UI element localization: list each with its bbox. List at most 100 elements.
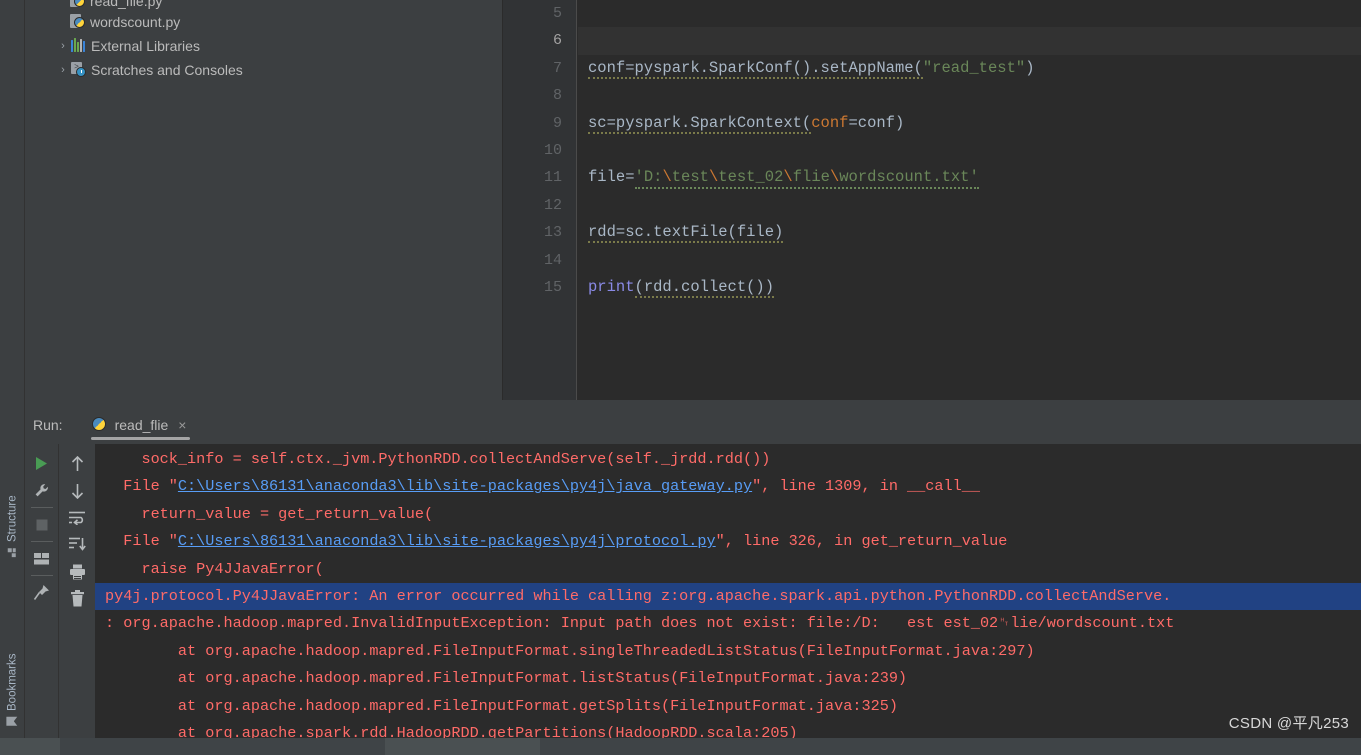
toolbar-separator — [30, 575, 53, 576]
console-line: File "C:\Users\86131\anaconda3\lib\site-… — [95, 528, 1361, 555]
code-token-escape: \ — [829, 168, 840, 187]
line-number: 6 — [503, 27, 576, 55]
console-text: sock_info = self.ctx._jvm.PythonRDD.coll… — [105, 450, 771, 468]
chevron-right-icon[interactable]: › — [55, 40, 71, 52]
code-line: file='D:\test\test_02\flie\wordscount.tx… — [578, 164, 1361, 191]
tree-item-label: wordscount.py — [90, 14, 181, 30]
sidebar-tab-bookmarks[interactable]: Bookmarks — [0, 608, 25, 728]
console-text: at org.apache.hadoop.mapred.FileInputFor… — [105, 641, 1035, 660]
python-file-icon — [70, 0, 90, 9]
scroll-to-end-icon[interactable] — [62, 531, 92, 558]
editor-gutter[interactable]: 5 6 7 8 9 10 11 12 13 14 15 — [503, 0, 577, 406]
console-text: at org.apache.spark.rdd.HadoopRDD.getPar… — [105, 723, 798, 738]
line-number: 7 — [552, 59, 562, 77]
console-text: File " — [105, 532, 178, 551]
libraries-icon — [71, 38, 91, 54]
run-toolbar-right — [59, 444, 95, 738]
code-token: =conf) — [848, 113, 905, 132]
console-line: at org.apache.hadoop.mapred.FileInputFor… — [95, 665, 1361, 692]
code-token: sc=pyspark.SparkContext( — [588, 113, 812, 134]
stop-icon[interactable] — [27, 511, 57, 538]
sidebar-tab-structure-label: Structure — [6, 495, 19, 542]
console-text: at org.apache.hadoop.mapred.FileInputFor… — [105, 669, 908, 688]
code-token-string: "read_test" — [922, 58, 1026, 77]
run-icon[interactable] — [27, 450, 57, 477]
console-line: : org.apache.hadoop.mapred.InvalidInputE… — [95, 610, 1361, 637]
code-token: file= — [588, 168, 635, 187]
console-text: : org.apache.hadoop.mapred.InvalidInputE… — [105, 614, 1175, 633]
console-line-selected: py4j.protocol.Py4JJavaError: An error oc… — [95, 582, 1361, 611]
run-tab-label: read_flie — [114, 417, 169, 433]
run-tool-window: Run: read_flie × sock_info = self.ctx._j… — [25, 406, 1361, 738]
code-token-string: wordscount.txt — [839, 168, 970, 187]
code-token-string: ' — [969, 168, 979, 187]
console-line: sock_info = self.ctx._jvm.PythonRDD.coll… — [95, 446, 1361, 473]
code-token-string: D: — [643, 168, 663, 187]
tree-item-external-libraries[interactable]: › External Libraries — [25, 34, 502, 58]
console-text: return_value = get_return_value( — [105, 504, 434, 523]
tree-item-label: External Libraries — [91, 38, 200, 54]
line-number: 13 — [543, 224, 562, 242]
code-token: ) — [1025, 58, 1035, 77]
line-number: 15 — [543, 278, 562, 296]
code-token-string: test — [671, 168, 709, 187]
console-text: ", line 1309, in __call__ — [752, 477, 980, 496]
arrow-down-icon[interactable] — [62, 477, 92, 504]
code-line-current — [578, 27, 1361, 55]
console-line: at org.apache.hadoop.mapred.FileInputFor… — [95, 693, 1361, 720]
structure-icon — [7, 547, 18, 559]
console-output[interactable]: sock_info = self.ctx._jvm.PythonRDD.coll… — [95, 444, 1361, 738]
pin-icon[interactable] — [27, 579, 57, 606]
toolbar-separator — [30, 507, 53, 508]
console-line: return_value = get_return_value( — [95, 501, 1361, 528]
code-token-string: flie — [792, 168, 830, 187]
code-token: conf=pyspark.SparkConf().setAppName( — [588, 58, 923, 79]
tree-item-scratches-and-consoles[interactable]: › > Scratches and Consoles — [25, 58, 502, 82]
python-icon — [91, 415, 107, 436]
soft-wrap-icon[interactable] — [62, 504, 92, 531]
code-line: sc=pyspark.SparkContext(conf=conf) — [578, 110, 1361, 137]
run-tab-read-flie[interactable]: read_flie × — [87, 406, 195, 444]
console-text: at org.apache.hadoop.mapred.FileInputFor… — [105, 696, 898, 715]
console-text: File " — [105, 477, 178, 496]
wrench-icon[interactable] — [27, 477, 57, 504]
console-file-link[interactable]: C:\Users\86131\anaconda3\lib\site-packag… — [178, 477, 752, 495]
line-number: 12 — [543, 196, 562, 214]
editor-text-area[interactable]: conf=pyspark.SparkConf().setAppName("rea… — [578, 0, 1361, 406]
python-file-icon — [70, 14, 90, 30]
console-text: ", line 326, in get_return_value — [715, 532, 1008, 551]
code-token-function: print — [588, 277, 635, 296]
trash-icon[interactable] — [62, 585, 92, 612]
taskbar — [0, 738, 1361, 755]
console-file-link[interactable]: C:\Users\86131\anaconda3\lib\site-packag… — [178, 532, 716, 550]
line-number: 14 — [543, 251, 562, 269]
code-editor[interactable]: 5 6 7 8 9 10 11 12 13 14 15 conf=pyspark… — [503, 0, 1361, 406]
tree-item-label: Scratches and Consoles — [91, 62, 243, 78]
arrow-up-icon[interactable] — [62, 450, 92, 477]
code-line: rdd=sc.textFile(file) — [578, 219, 1361, 246]
close-icon[interactable]: × — [178, 417, 186, 433]
tree-item-wordscount-py[interactable]: wordscount.py — [25, 10, 502, 34]
console-line: raise Py4JJavaError( — [95, 556, 1361, 583]
print-icon[interactable] — [62, 558, 92, 585]
run-window-body: sock_info = self.ctx._jvm.PythonRDD.coll… — [25, 444, 1361, 738]
code-token-string: test_02 — [718, 168, 784, 187]
layout-icon[interactable] — [27, 545, 57, 572]
code-token-string: ' — [634, 168, 644, 187]
code-token-kwarg: conf — [811, 113, 849, 132]
line-number: 10 — [543, 141, 562, 159]
code-token: (rdd.collect()) — [634, 277, 775, 298]
run-toolbar-left — [25, 444, 59, 738]
console-line: at org.apache.spark.rdd.HadoopRDD.getPar… — [95, 720, 1361, 738]
sidebar-tab-structure[interactable]: Structure — [0, 448, 25, 558]
project-tree-panel[interactable]: read_flie.py wordscount.py › External Li… — [25, 0, 503, 406]
chevron-right-icon[interactable]: › — [55, 64, 71, 76]
code-line: print(rdd.collect()) — [578, 274, 1361, 301]
tree-item-read-flie-py[interactable]: read_flie.py — [25, 0, 502, 10]
code-line: conf=pyspark.SparkConf().setAppName("rea… — [578, 55, 1361, 82]
sidebar-tab-bookmarks-label: Bookmarks — [6, 653, 19, 711]
